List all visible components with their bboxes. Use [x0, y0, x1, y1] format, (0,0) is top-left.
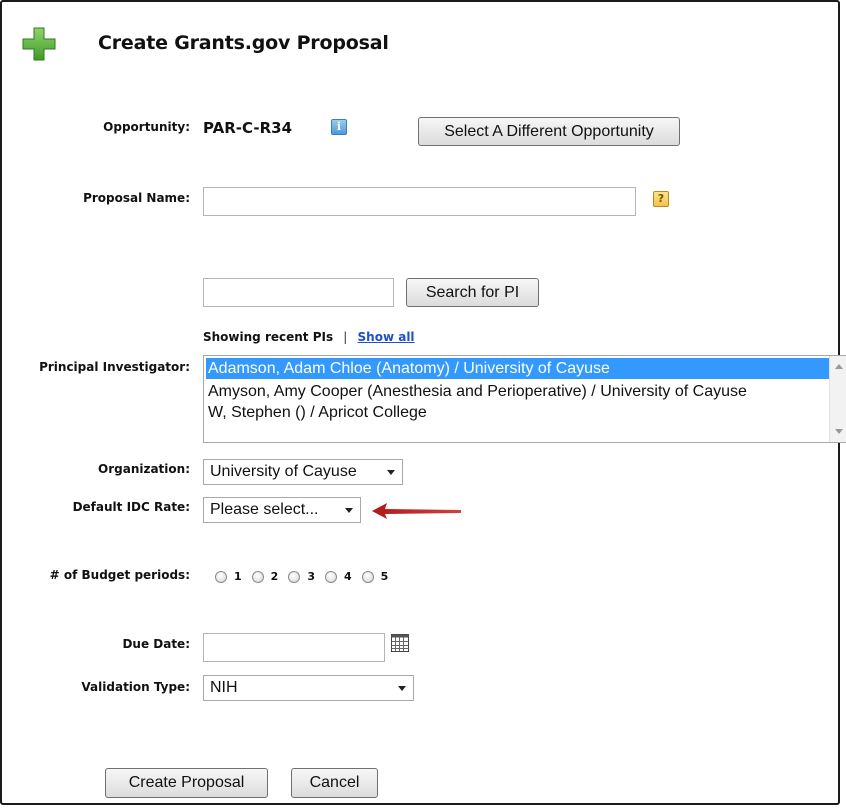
organization-select[interactable]: University of Cayuse — [203, 459, 403, 485]
budget-period-radio-3[interactable] — [288, 570, 301, 583]
recent-pis-text: Showing recent PIs — [203, 330, 334, 344]
pi-option[interactable]: Adamson, Adam Chloe (Anatomy) / Universi… — [206, 358, 845, 379]
info-icon[interactable]: i — [331, 119, 347, 135]
principal-investigator-label: Principal Investigator: — [39, 360, 190, 374]
page-title: Create Grants.gov Proposal — [98, 32, 389, 54]
chevron-down-icon — [345, 508, 353, 513]
budget-period-radio-2[interactable] — [251, 570, 264, 583]
separator: | — [343, 330, 348, 344]
chevron-down-icon — [398, 686, 406, 691]
show-all-link[interactable]: Show all — [358, 330, 415, 344]
validation-type-select[interactable]: NIH — [203, 675, 414, 701]
principal-investigator-listbox[interactable]: Adamson, Adam Chloe (Anatomy) / Universi… — [203, 355, 846, 443]
pi-option[interactable]: Amyson, Amy Cooper (Anesthesia and Perio… — [204, 381, 846, 402]
pi-search-input[interactable] — [203, 278, 394, 307]
pi-option[interactable]: W, Stephen () / Apricot College — [204, 402, 846, 423]
idc-rate-value: Please select... — [210, 501, 319, 518]
opportunity-label: Opportunity: — [103, 120, 190, 134]
chevron-down-icon — [387, 470, 395, 475]
budget-periods-radio-group: 1 2 3 4 5 — [215, 570, 398, 583]
budget-period-label-2: 2 — [270, 570, 279, 583]
create-proposal-button[interactable]: Create Proposal — [105, 768, 268, 798]
budget-period-label-3: 3 — [307, 570, 315, 583]
select-different-opportunity-button[interactable]: Select A Different Opportunity — [418, 117, 680, 146]
due-date-input[interactable] — [203, 633, 385, 662]
calendar-icon[interactable] — [391, 634, 409, 652]
budget-period-label-1: 1 — [234, 570, 242, 583]
validation-type-label: Validation Type: — [81, 680, 190, 694]
validation-type-value: NIH — [210, 679, 238, 696]
recent-pis-row: Showing recent PIs | Show all — [203, 330, 415, 344]
opportunity-value: PAR-C-R34 — [203, 119, 293, 137]
red-arrow-icon — [372, 503, 461, 519]
budget-period-radio-1[interactable] — [215, 570, 227, 583]
budget-period-label-4: 4 — [343, 570, 352, 583]
listbox-scrollbar[interactable] — [829, 356, 846, 442]
proposal-name-label: Proposal Name: — [83, 191, 190, 205]
idc-rate-select[interactable]: Please select... — [203, 497, 361, 523]
organization-value: University of Cayuse — [210, 463, 357, 480]
scroll-up-icon[interactable] — [835, 364, 843, 369]
green-plus-icon — [22, 27, 56, 61]
budget-periods-label: # of Budget periods: — [49, 568, 190, 582]
budget-period-radio-4[interactable] — [324, 570, 337, 583]
question-icon[interactable]: ? — [653, 191, 669, 207]
organization-label: Organization: — [98, 462, 190, 476]
cancel-button[interactable]: Cancel — [291, 768, 378, 798]
budget-period-radio-5[interactable] — [361, 570, 374, 583]
idc-rate-label: Default IDC Rate: — [72, 500, 190, 514]
due-date-label: Due Date: — [122, 637, 190, 651]
scroll-down-icon[interactable] — [835, 429, 843, 434]
search-for-pi-button[interactable]: Search for PI — [406, 278, 539, 307]
proposal-name-input[interactable] — [203, 187, 636, 216]
budget-period-label-5: 5 — [380, 570, 389, 583]
